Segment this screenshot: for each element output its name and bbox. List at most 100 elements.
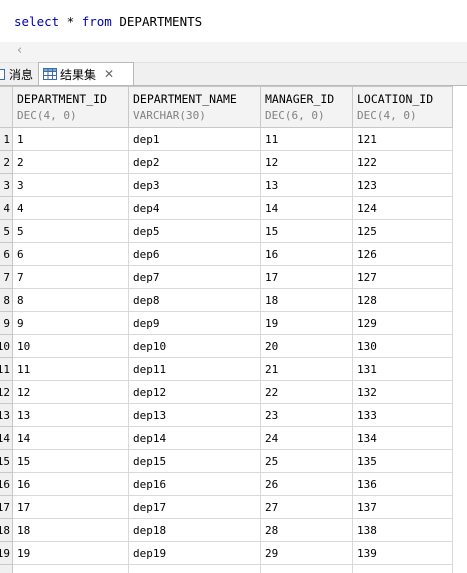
table-row[interactable]: 8 8 dep8 18 128 <box>0 288 453 312</box>
table-row[interactable]: 1 1 dep1 11 121 <box>0 127 453 151</box>
row-number[interactable]: 11 <box>0 357 13 381</box>
row-number-header[interactable] <box>0 86 13 128</box>
table-cell[interactable]: dep13 <box>128 403 261 427</box>
row-number[interactable]: 9 <box>0 311 13 335</box>
row-number[interactable]: 15 <box>0 449 13 473</box>
editor-horizontal-scrollbar[interactable]: ‹ <box>0 42 467 63</box>
row-number[interactable]: 1 <box>0 127 13 151</box>
row-number[interactable]: 14 <box>0 426 13 450</box>
row-number[interactable]: 7 <box>0 265 13 289</box>
column-header[interactable]: LOCATION_ID DEC(4, 0) <box>352 86 453 128</box>
row-number[interactable]: 17 <box>0 495 13 519</box>
table-cell[interactable]: 14 <box>12 426 129 450</box>
table-cell[interactable]: 28 <box>260 518 353 542</box>
tab-results[interactable]: 结果集 ✕ <box>38 62 134 85</box>
table-cell[interactable]: dep11 <box>128 357 261 381</box>
table-cell[interactable]: 125 <box>352 219 453 243</box>
row-number[interactable]: 6 <box>0 242 13 266</box>
table-cell[interactable]: 136 <box>352 472 453 496</box>
table-row[interactable]: 1818dep1828138 <box>0 518 453 542</box>
table-cell[interactable]: 133 <box>352 403 453 427</box>
table-cell[interactable]: 17 <box>12 495 129 519</box>
table-row[interactable]: 1313dep1323133 <box>0 403 453 427</box>
table-cell[interactable]: 25 <box>260 449 353 473</box>
table-cell[interactable]: 5 <box>12 219 129 243</box>
table-row[interactable]: 1717dep1727137 <box>0 495 453 519</box>
table-cell[interactable]: dep2 <box>128 150 261 174</box>
table-cell[interactable]: 19 <box>260 311 353 335</box>
table-cell[interactable]: 18 <box>12 518 129 542</box>
table-cell[interactable]: 127 <box>352 265 453 289</box>
table-cell[interactable]: 131 <box>352 357 453 381</box>
table-cell[interactable]: 135 <box>352 449 453 473</box>
table-cell[interactable]: 13 <box>260 173 353 197</box>
table-cell[interactable]: dep6 <box>128 242 261 266</box>
table-cell[interactable]: dep14 <box>128 426 261 450</box>
table-cell[interactable]: 129 <box>352 311 453 335</box>
row-number[interactable]: 19 <box>0 541 13 565</box>
table-cell[interactable]: dep17 <box>128 495 261 519</box>
row-number[interactable]: 10 <box>0 334 13 358</box>
table-cell[interactable]: 123 <box>352 173 453 197</box>
table-cell[interactable]: 22 <box>260 380 353 404</box>
table-cell[interactable]: 29 <box>260 541 353 565</box>
row-number[interactable]: 18 <box>0 518 13 542</box>
table-cell[interactable]: 139 <box>352 541 453 565</box>
table-cell[interactable]: dep9 <box>128 311 261 335</box>
table-cell[interactable]: 124 <box>352 196 453 220</box>
table-row[interactable]: 1414dep1424134 <box>0 426 453 450</box>
table-cell[interactable]: dep18 <box>128 518 261 542</box>
table-cell[interactable]: dep3 <box>128 173 261 197</box>
table-cell[interactable]: 121 <box>352 127 453 151</box>
table-cell[interactable]: 12 <box>12 380 129 404</box>
table-cell[interactable]: 1 <box>12 127 129 151</box>
row-number[interactable]: 16 <box>0 472 13 496</box>
table-cell[interactable]: 9 <box>12 311 129 335</box>
table-cell[interactable]: 6 <box>12 242 129 266</box>
table-cell[interactable]: 10 <box>12 334 129 358</box>
result-grid[interactable]: DEPARTMENT_ID DEC(4, 0) DEPARTMENT_NAME VAR… <box>0 86 467 573</box>
row-number[interactable]: 4 <box>0 196 13 220</box>
table-cell[interactable]: 16 <box>260 242 353 266</box>
table-row[interactable]: 1919dep1929139 <box>0 541 453 565</box>
row-number[interactable]: 3 <box>0 173 13 197</box>
table-row[interactable]: 4 4 dep4 14 124 <box>0 196 453 220</box>
table-cell[interactable]: 13 <box>12 403 129 427</box>
table-cell[interactable]: 21 <box>260 357 353 381</box>
table-row[interactable]: 1010dep1020130 <box>0 334 453 358</box>
table-cell[interactable]: 15 <box>260 219 353 243</box>
table-cell[interactable]: dep10 <box>128 334 261 358</box>
table-cell[interactable]: 3 <box>12 173 129 197</box>
table-cell[interactable]: 19 <box>12 541 129 565</box>
table-cell[interactable]: dep7 <box>128 265 261 289</box>
chevron-left-icon[interactable]: ‹ <box>17 43 22 58</box>
row-number[interactable]: 2 <box>0 150 13 174</box>
table-row[interactable]: 6 6 dep6 16 126 <box>0 242 453 266</box>
table-cell[interactable]: 14 <box>260 196 353 220</box>
tab-messages[interactable]: 消息 <box>0 63 33 85</box>
table-cell[interactable]: 17 <box>260 265 353 289</box>
table-row[interactable]: 2 2 dep2 12 122 <box>0 150 453 174</box>
column-header[interactable]: DEPARTMENT_ID DEC(4, 0) <box>12 86 129 128</box>
table-cell[interactable]: 132 <box>352 380 453 404</box>
table-cell[interactable]: dep4 <box>128 196 261 220</box>
table-row[interactable]: 5 5 dep5 15 125 <box>0 219 453 243</box>
table-cell[interactable]: 15 <box>12 449 129 473</box>
table-cell[interactable]: 137 <box>352 495 453 519</box>
table-cell[interactable]: 126 <box>352 242 453 266</box>
table-cell[interactable]: dep12 <box>128 380 261 404</box>
table-row[interactable]: 1515dep1525135 <box>0 449 453 473</box>
table-cell[interactable]: 20 <box>260 334 353 358</box>
row-number[interactable]: 12 <box>0 380 13 404</box>
table-cell[interactable]: 23 <box>260 403 353 427</box>
table-cell[interactable]: 2 <box>12 150 129 174</box>
table-cell[interactable]: 11 <box>260 127 353 151</box>
table-cell[interactable]: dep16 <box>128 472 261 496</box>
table-cell[interactable]: 4 <box>12 196 129 220</box>
table-row[interactable]: 1111dep1121131 <box>0 357 453 381</box>
table-cell[interactable]: 7 <box>12 265 129 289</box>
column-header[interactable]: MANAGER_ID DEC(6, 0) <box>260 86 353 128</box>
table-cell[interactable]: 128 <box>352 288 453 312</box>
table-cell[interactable]: 130 <box>352 334 453 358</box>
table-cell[interactable]: 26 <box>260 472 353 496</box>
